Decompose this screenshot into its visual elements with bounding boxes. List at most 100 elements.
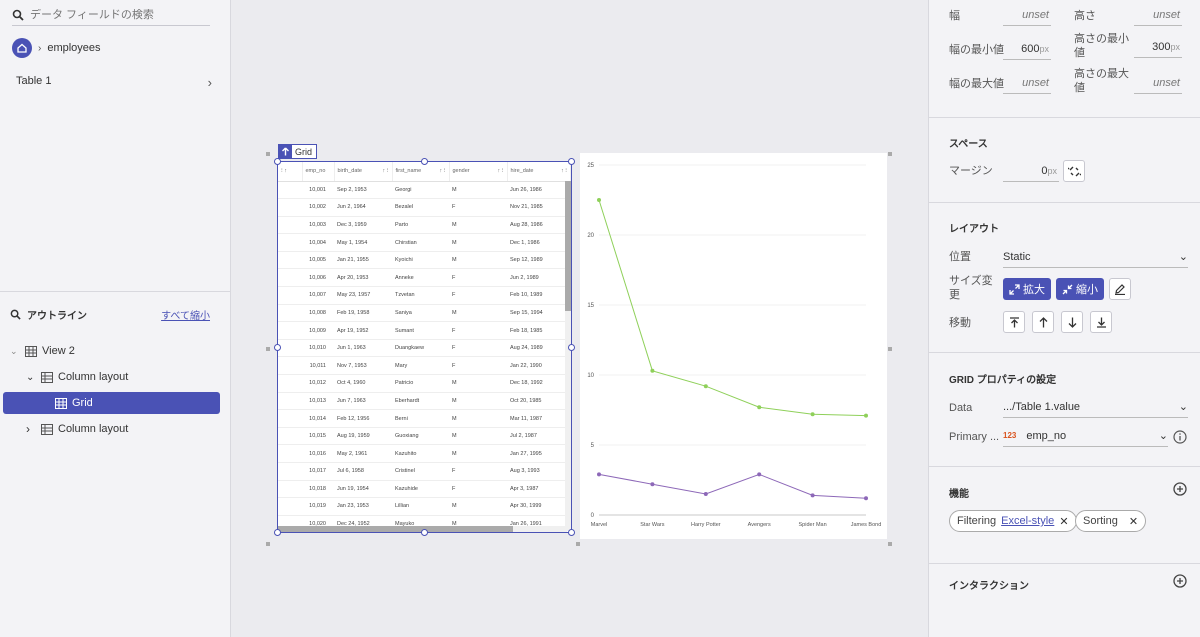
add-interaction-icon[interactable] — [1173, 574, 1187, 588]
data-grid[interactable]: ⁝ ↑ emp_no birth_date ↑ ⁝ first_name ↑ ⁝… — [277, 161, 572, 533]
resize-handle[interactable] — [888, 347, 892, 351]
max-height-field[interactable]: unset — [1134, 72, 1182, 94]
selection-handle[interactable] — [421, 158, 428, 165]
resize-handle[interactable] — [266, 542, 270, 546]
search-input[interactable] — [30, 8, 200, 21]
position-select[interactable]: Static ⌄ — [1003, 246, 1188, 268]
data-field-search[interactable] — [12, 4, 210, 26]
row-selector[interactable] — [278, 286, 302, 305]
row-selector[interactable] — [278, 339, 302, 358]
line-chart[interactable]: 0 5 10 15 20 25 Marvel Star Wars Harry Potter Ave… — [580, 153, 887, 539]
column-header-gender[interactable]: gender ↑ ⁝ — [449, 162, 508, 182]
column-header-emp-no[interactable]: emp_no — [302, 162, 335, 182]
selection-handle[interactable] — [274, 529, 281, 536]
tree-item-grid[interactable]: Grid — [3, 392, 220, 414]
row-selector[interactable] — [278, 480, 302, 499]
table-row[interactable]: 10,019 Jan 23, 1953 Lillian M Apr 30, 1999 — [278, 497, 571, 516]
move-to-top-button[interactable] — [1003, 311, 1025, 333]
row-selector[interactable] — [278, 198, 302, 217]
row-selector[interactable] — [278, 497, 302, 516]
row-selector[interactable] — [278, 321, 302, 340]
table-row[interactable]: 10,006 Apr 20, 1953 Anneke F Jun 2, 1989 — [278, 268, 571, 288]
selection-handle[interactable] — [274, 344, 281, 351]
max-width-field[interactable]: unset — [1003, 72, 1051, 94]
close-icon[interactable]: ✕ — [1059, 515, 1068, 528]
table-row[interactable]: 10,018 Jun 19, 1954 Kazuhide F Apr 3, 1987 — [278, 480, 571, 499]
unlink-button[interactable] — [1063, 160, 1085, 182]
margin-field[interactable]: 0px — [1003, 160, 1059, 182]
table-row[interactable]: 10,003 Dec 3, 1959 Parto M Aug 28, 1986 — [278, 216, 571, 235]
table-item[interactable]: Table 1 › — [16, 75, 212, 90]
resize-handle[interactable] — [888, 542, 892, 546]
row-selector[interactable] — [278, 356, 302, 376]
row-selector[interactable] — [278, 374, 302, 393]
shrink-button[interactable]: 縮小 — [1056, 278, 1104, 300]
table-row[interactable]: 10,015 Aug 19, 1959 Guoxiang M Jul 2, 1987 — [278, 427, 571, 446]
breadcrumb-employees[interactable]: employees — [47, 42, 100, 54]
info-icon[interactable] — [1173, 430, 1187, 444]
vertical-scrollbar[interactable] — [565, 181, 571, 531]
resize-handle[interactable] — [266, 152, 270, 156]
resize-handle[interactable] — [888, 152, 892, 156]
grid-selection-badge[interactable]: Grid — [278, 144, 318, 159]
selection-handle[interactable] — [274, 158, 281, 165]
row-selector[interactable] — [278, 462, 302, 481]
row-selector[interactable] — [278, 444, 302, 463]
table-row[interactable]: 10,011 Nov 7, 1953 Mary F Jan 22, 1990 — [278, 356, 571, 376]
row-selector[interactable] — [278, 304, 302, 323]
table-row[interactable]: 10,009 Apr 19, 1952 Sumant F Feb 18, 1985 — [278, 321, 571, 340]
home-button[interactable] — [12, 38, 32, 58]
table-row[interactable]: 10,007 May 23, 1957 Tzvetan F Feb 10, 1989 — [278, 286, 571, 305]
move-up-button[interactable] — [1032, 311, 1054, 333]
edit-size-button[interactable] — [1109, 278, 1131, 300]
selection-handle[interactable] — [568, 529, 575, 536]
add-feature-icon[interactable] — [1173, 482, 1187, 496]
data-select[interactable]: .../Table 1.value ⌄ — [1003, 396, 1188, 418]
selection-handle[interactable] — [421, 529, 428, 536]
row-selector[interactable] — [278, 268, 302, 288]
resize-handle[interactable] — [266, 347, 270, 351]
filtering-chip[interactable]: Filtering Excel-style ✕ — [949, 510, 1077, 532]
resize-handle[interactable] — [576, 542, 580, 546]
row-selector[interactable] — [278, 427, 302, 446]
tree-item-column-layout[interactable]: ⌄ Column layout — [26, 366, 128, 388]
table-row[interactable]: 10,005 Jan 21, 1955 Kyoichi M Sep 12, 1989 — [278, 251, 571, 270]
row-selector[interactable] — [278, 251, 302, 270]
table-row[interactable]: 10,002 Jun 2, 1964 Bezalel F Nov 21, 1985 — [278, 198, 571, 217]
table-row[interactable]: 10,010 Jun 1, 1963 Duangkaew F Aug 24, 1989 — [278, 339, 571, 358]
expand-button[interactable]: 拡大 — [1003, 278, 1051, 300]
row-selector-header[interactable]: ⁝ ↑ — [278, 162, 303, 182]
height-field[interactable]: unset — [1134, 4, 1182, 26]
selection-handle[interactable] — [568, 344, 575, 351]
sorting-chip[interactable]: Sorting ✕ — [1075, 510, 1147, 532]
min-width-field[interactable]: 600px — [1003, 38, 1051, 60]
tree-item-column-layout-2[interactable]: › Column layout — [26, 418, 128, 440]
row-selector[interactable] — [278, 216, 302, 235]
search-icon[interactable] — [10, 309, 21, 320]
table-row[interactable]: 10,013 Jun 7, 1963 Eberhardt M Oct 20, 1985 — [278, 392, 571, 411]
table-row[interactable]: 10,016 May 2, 1961 Kazuhito M Jan 27, 1995 — [278, 444, 571, 463]
selection-handle[interactable] — [568, 158, 575, 165]
table-row[interactable]: 10,004 May 1, 1954 Chirstian M Dec 1, 1986 — [278, 233, 571, 252]
table-row[interactable]: 10,014 Feb 12, 1956 Berni M Mar 11, 1987 — [278, 409, 571, 428]
move-to-bottom-button[interactable] — [1090, 311, 1112, 333]
table-row[interactable]: 10,012 Oct 4, 1960 Patricio M Dec 18, 1992 — [278, 374, 571, 393]
table-row[interactable]: 10,001 Sep 2, 1953 Georgi M Jun 26, 1986 — [278, 181, 571, 200]
row-selector[interactable] — [278, 233, 302, 252]
width-field[interactable]: unset — [1003, 4, 1051, 26]
tree-item-view[interactable]: ⌄ View 2 — [10, 340, 75, 362]
row-selector[interactable] — [278, 392, 302, 411]
column-header-first-name[interactable]: first_name ↑ ⁝ — [392, 162, 450, 182]
filtering-mode-link[interactable]: Excel-style — [1001, 515, 1054, 527]
row-selector[interactable] — [278, 409, 302, 428]
row-selector[interactable] — [278, 181, 302, 200]
column-header-hire-date[interactable]: hire_date ↑ ⁝ — [507, 162, 571, 182]
min-height-field[interactable]: 300px — [1134, 36, 1182, 58]
column-header-birth-date[interactable]: birth_date ↑ ⁝ — [334, 162, 393, 182]
collapse-all-link[interactable]: すべて縮小 — [161, 307, 210, 322]
move-down-button[interactable] — [1061, 311, 1083, 333]
table-row[interactable]: 10,008 Feb 19, 1958 Saniya M Sep 15, 1994 — [278, 304, 571, 323]
close-icon[interactable]: ✕ — [1129, 515, 1138, 528]
table-row[interactable]: 10,017 Jul 6, 1958 Cristinel F Aug 3, 1993 — [278, 462, 571, 481]
primary-key-select[interactable]: 123 emp_no ⌄ — [1003, 425, 1168, 447]
